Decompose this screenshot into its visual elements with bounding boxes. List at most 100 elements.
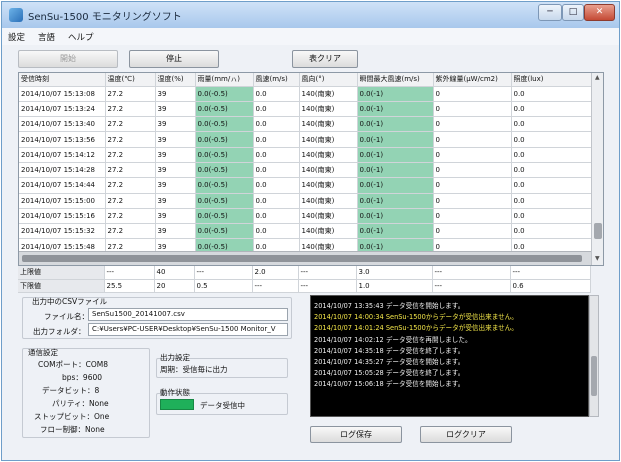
bps-value: bps：9600 bbox=[62, 373, 103, 382]
column-header[interactable]: 受信時刻 bbox=[19, 73, 106, 87]
scroll-up-icon[interactable]: ▲ bbox=[595, 74, 600, 81]
app-icon bbox=[9, 8, 23, 22]
table-cell: 0.0(-0.5) bbox=[195, 223, 254, 240]
table-cell: 27.2 bbox=[105, 86, 156, 102]
limits-grid: 上限値 --- 40 --- 2.0 --- 3.0 --- --- 下限値 25.5 20 0.5-… bbox=[18, 266, 591, 293]
column-header[interactable]: 紫外線量(μW/cm2) bbox=[433, 73, 512, 87]
log-line: 2014/10/07 14:35:27 データ受信を開始します。 bbox=[314, 356, 464, 366]
stop-button[interactable]: 停止 bbox=[129, 50, 219, 68]
table-cell: 27.2 bbox=[105, 223, 156, 240]
table-cell: 39 bbox=[155, 101, 196, 118]
log-console: 2014/10/07 13:35:43 データ受信を開始します。 2014/10/… bbox=[310, 295, 589, 417]
table-cell: 39 bbox=[155, 162, 196, 179]
table-cell: 0 bbox=[433, 223, 512, 240]
table-cell: 27.2 bbox=[105, 131, 156, 148]
maximize-button[interactable]: □ bbox=[562, 4, 584, 21]
table-cell: 0.0(-1) bbox=[357, 101, 434, 118]
vertical-scroll-thumb[interactable] bbox=[594, 223, 602, 239]
table-cell: 39 bbox=[155, 116, 196, 133]
table-cell: 0.0 bbox=[511, 162, 592, 179]
column-header[interactable]: 照度(lux) bbox=[511, 73, 592, 87]
log-line: 2014/10/07 15:06:18 データ受信を開始します。 bbox=[314, 378, 464, 388]
limit-cell: 40 bbox=[154, 266, 195, 280]
table-cell: 2014/10/07 15:13:08 bbox=[19, 86, 106, 102]
vertical-scrollbar[interactable]: ▲ ▼ bbox=[591, 73, 603, 265]
table-cell: 0.0 bbox=[511, 208, 592, 225]
status-value: データ受信中 bbox=[200, 401, 245, 410]
log-message: SenSu-1500からデータが受信出来ません。 bbox=[385, 313, 518, 322]
log-time: 2014/10/07 15:06:18 bbox=[314, 380, 384, 389]
table-cell: 2014/10/07 15:14:44 bbox=[19, 177, 106, 194]
lower-limit-row: 下限値 25.5 20 0.5 --- --- 1.0 --- 0.6 bbox=[18, 279, 591, 293]
table-cell: 0 bbox=[433, 147, 512, 163]
table-row[interactable]: 2014/10/07 15:13:56 27.2 39 0.0(-0.5) 0.0 140… bbox=[19, 131, 592, 148]
table-row[interactable]: 2014/10/07 15:14:28 27.2 39 0.0(-0.5) 0.0 140… bbox=[19, 162, 592, 179]
table-cell: 39 bbox=[155, 208, 196, 225]
menu-language[interactable]: 言語 bbox=[38, 31, 55, 43]
limit-cell: 2.0 bbox=[252, 266, 299, 280]
table-cell: 0 bbox=[433, 116, 512, 133]
table-cell: 140(南東) bbox=[299, 101, 358, 118]
file-name-field: SenSu1500_20141007.csv bbox=[88, 308, 288, 321]
table-cell: 0.0(-1) bbox=[357, 177, 434, 194]
scroll-down-icon[interactable]: ▼ bbox=[595, 255, 600, 262]
table-cell: 140(南東) bbox=[299, 208, 358, 225]
log-message: データ受信を再開しました。 bbox=[385, 335, 472, 344]
table-cell: 27.2 bbox=[105, 177, 156, 194]
minimize-button[interactable]: ─ bbox=[538, 4, 562, 21]
close-button[interactable]: ✕ bbox=[584, 4, 615, 21]
menu-settings[interactable]: 設定 bbox=[8, 31, 25, 43]
table-cell: 0.0 bbox=[253, 131, 300, 148]
log-message: データ受信を開始します。 bbox=[385, 358, 465, 366]
column-header[interactable]: 雨量(mm/ㇵ) bbox=[195, 73, 254, 87]
table-cell: 0 bbox=[433, 208, 512, 225]
log-message: データ受信を終了します。 bbox=[385, 369, 465, 378]
comm-settings-label: 通信設定 bbox=[28, 348, 58, 357]
flow-control-value: フロー制御：None bbox=[40, 425, 105, 434]
table-cell: 27.2 bbox=[105, 208, 156, 225]
table-cell: 2014/10/07 15:15:00 bbox=[19, 193, 106, 209]
table-row[interactable]: 2014/10/07 15:13:40 27.2 39 0.0(-0.5) 0.0 140… bbox=[19, 116, 592, 133]
log-time: 2014/10/07 14:35:27 bbox=[314, 358, 384, 366]
horizontal-scrollbar[interactable] bbox=[19, 251, 591, 265]
table-cell: 2014/10/07 15:15:32 bbox=[19, 223, 106, 240]
table-cell: 2014/10/07 15:15:16 bbox=[19, 208, 106, 225]
table-cell: 2014/10/07 15:13:24 bbox=[19, 101, 106, 118]
column-header[interactable]: 風向(°) bbox=[299, 73, 358, 87]
table-cell: 39 bbox=[155, 223, 196, 240]
table-cell: 140(南東) bbox=[299, 147, 358, 163]
clear-log-button[interactable]: ログクリア bbox=[420, 426, 512, 443]
log-scrollbar[interactable] bbox=[589, 295, 599, 417]
column-header[interactable]: 温度(℃) bbox=[105, 73, 156, 87]
com-port-value: COMポート：COM8 bbox=[38, 360, 108, 369]
table-cell: 27.2 bbox=[105, 162, 156, 179]
table-cell: 140(南東) bbox=[299, 223, 358, 240]
save-log-button[interactable]: ログ保存 bbox=[310, 426, 402, 443]
output-setting-label: 出力設定 bbox=[160, 353, 190, 362]
table-row[interactable]: 2014/10/07 15:15:00 27.2 39 0.0(-0.5) 0.0 140… bbox=[19, 193, 592, 209]
column-header[interactable]: 風速(m/s) bbox=[253, 73, 300, 87]
parity-value: パリティ：None bbox=[52, 399, 109, 408]
table-row[interactable]: 2014/10/07 15:15:32 27.2 39 0.0(-0.5) 0.0 140… bbox=[19, 223, 592, 240]
start-button[interactable]: 開始 bbox=[18, 50, 118, 68]
menu-help[interactable]: ヘルプ bbox=[68, 31, 94, 43]
table-cell: 0.0(-1) bbox=[357, 208, 434, 225]
horizontal-scroll-thumb[interactable] bbox=[22, 255, 582, 262]
table-row[interactable]: 2014/10/07 15:13:08 27.2 39 0.0(-0.5) 0.0 140… bbox=[19, 86, 592, 102]
table-row[interactable]: 2014/10/07 15:14:12 27.2 39 0.0(-0.5) 0.0 140… bbox=[19, 147, 592, 163]
table-row[interactable]: 2014/10/07 15:15:16 27.2 39 0.0(-0.5) 0.0 140… bbox=[19, 208, 592, 225]
column-header[interactable]: 湿度(%) bbox=[155, 73, 196, 87]
limit-cell: --- bbox=[298, 279, 357, 293]
table-row[interactable]: 2014/10/07 15:14:44 27.2 39 0.0(-0.5) 0.0 140… bbox=[19, 177, 592, 194]
table-cell: 140(南東) bbox=[299, 193, 358, 209]
app-window: SenSu-1500 モニタリングソフト ─ □ ✕ 設定 言語 ヘルプ 開始 … bbox=[1, 1, 620, 461]
clear-table-button[interactable]: 表クリア bbox=[292, 50, 358, 68]
table-cell: 0 bbox=[433, 86, 512, 102]
table-row[interactable]: 2014/10/07 15:13:24 27.2 39 0.0(-0.5) 0.0 140… bbox=[19, 101, 592, 118]
column-header[interactable]: 瞬間最大風速(m/s) bbox=[357, 73, 434, 87]
table-cell: 0.0(-1) bbox=[357, 116, 434, 133]
log-message: SenSu-1500からデータが受信出来ません。 bbox=[385, 324, 518, 333]
limit-cell: --- bbox=[194, 266, 253, 280]
limits-table: 上限値 --- 40 --- 2.0 --- 3.0 --- --- 下限値 25.5 20 0.5-… bbox=[18, 266, 591, 293]
log-scroll-thumb[interactable] bbox=[591, 356, 597, 396]
